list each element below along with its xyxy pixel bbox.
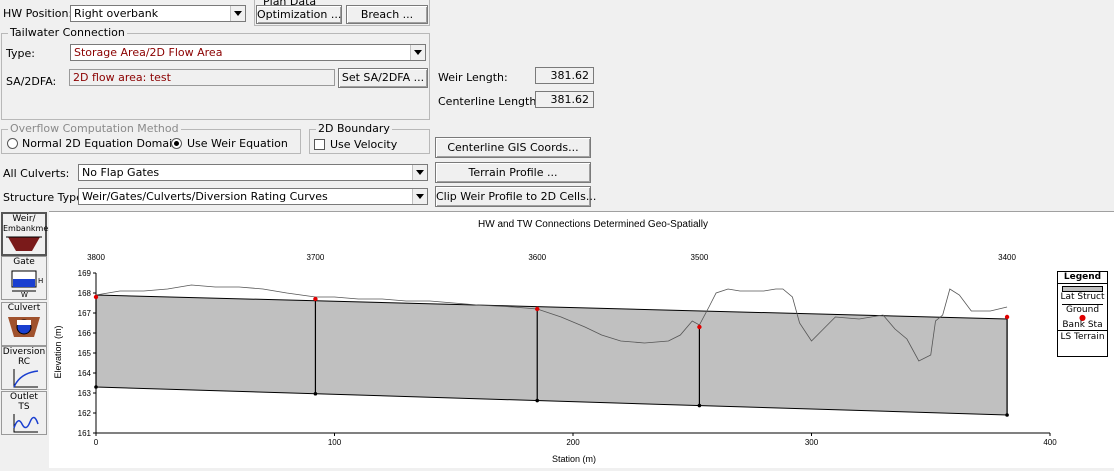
all-culverts-dropdown[interactable]: No Flap Gates <box>78 164 428 181</box>
bank-station-base-point <box>313 391 318 396</box>
legend-lat-struct: Lat Struct <box>1060 292 1105 302</box>
outlet-ts-tool[interactable]: Outlet TS <box>1 391 47 435</box>
weir-label-line1: Weir/ <box>12 214 36 224</box>
tailwater-type-label: Type: <box>6 47 35 60</box>
y-tick-label: 164 <box>78 369 92 378</box>
bank-station-point <box>313 296 318 302</box>
normal-2d-label[interactable]: Normal 2D Equation Domain <box>22 137 179 150</box>
river-station-label: 3700 <box>307 253 325 262</box>
tailwater-type-value: Storage Area/2D Flow Area <box>74 46 223 59</box>
optimization-button[interactable]: Optimization ... <box>256 5 342 24</box>
all-culverts-label: All Culverts: <box>3 167 70 180</box>
y-tick-label: 166 <box>78 329 92 338</box>
time-series-icon <box>13 414 39 433</box>
profile-plot-panel[interactable]: HW and TW Connections Determined Geo-Spa… <box>49 211 1114 468</box>
profile-chart[interactable]: HW and TW Connections Determined Geo-Spa… <box>49 212 1114 468</box>
y-tick-label: 165 <box>78 349 92 358</box>
gate-label: Gate <box>13 257 35 267</box>
x-axis-label: Station (m) <box>552 454 596 464</box>
bank-station-base-point <box>697 403 702 408</box>
outlet-label-line1: Outlet <box>10 392 38 402</box>
structure-type-value: Weir/Gates/Culverts/Diversion Rating Cur… <box>82 190 328 203</box>
x-tick-label: 200 <box>566 438 580 447</box>
y-axis-label: Elevation (m) <box>53 325 63 378</box>
y-tick-label: 169 <box>78 269 92 278</box>
gate-tool[interactable]: Gate H W <box>1 256 47 300</box>
rating-curve-icon <box>13 369 39 388</box>
y-tick-label: 168 <box>78 289 92 298</box>
river-station-label: 3600 <box>528 253 546 262</box>
bank-station-point <box>1004 314 1010 320</box>
y-tick-label: 163 <box>78 389 92 398</box>
hw-position-label: HW Position: <box>3 7 73 20</box>
tailwater-connection-title: Tailwater Connection <box>8 26 127 39</box>
bank-station-point <box>535 306 540 312</box>
hw-position-value: Right overbank <box>74 7 159 20</box>
y-tick-label: 161 <box>78 429 92 438</box>
centerline-length-value: 381.62 <box>535 91 594 108</box>
sa-2dfa-field[interactable]: 2D flow area: test <box>69 69 335 86</box>
embankment-icon <box>6 236 42 251</box>
weir-length-value: 381.62 <box>535 67 594 84</box>
centerline-length-label: Centerline Length: <box>438 95 541 108</box>
weir-equation-radio[interactable] <box>171 138 182 149</box>
bank-station-base-point <box>1005 413 1009 417</box>
weir-embankment-tool[interactable]: Weir/ Embankment <box>1 212 57 256</box>
x-tick-label: 300 <box>805 438 819 447</box>
river-station-label: 3800 <box>87 253 105 262</box>
x-tick-label: 100 <box>328 438 342 447</box>
culvert-label: Culvert <box>7 303 41 313</box>
legend-ls-terrain: LS Terrain <box>1060 332 1105 342</box>
gate-w-letter: W <box>21 291 28 297</box>
sa-2dfa-label: SA/2DFA: <box>6 75 57 88</box>
centerline-gis-coords-button[interactable]: Centerline GIS Coords... <box>435 137 591 158</box>
diversion-label-line1: Diversion <box>2 347 46 357</box>
legend-title: Legend <box>1058 272 1107 284</box>
gate-icon: H W <box>11 270 43 299</box>
structure-type-dropdown[interactable]: Weir/Gates/Culverts/Diversion Rating Cur… <box>78 188 428 205</box>
weir-label-line2: Embankment <box>3 224 57 233</box>
lat-struct-area <box>95 294 1008 416</box>
bank-station-base-point <box>94 385 98 389</box>
set-sa-2dfa-button[interactable]: Set SA/2DFA ... <box>338 68 428 88</box>
chevron-down-icon[interactable] <box>412 165 427 180</box>
terrain-profile-button[interactable]: Terrain Profile ... <box>435 162 591 183</box>
x-tick-label: 0 <box>94 438 99 447</box>
chevron-down-icon[interactable] <box>410 45 425 60</box>
tailwater-type-dropdown[interactable]: Storage Area/2D Flow Area <box>70 44 426 61</box>
structure-type-label: Structure Type: <box>3 191 87 204</box>
culvert-icon <box>8 317 40 337</box>
x-tick-label: 400 <box>1043 438 1057 447</box>
weir-equation-label[interactable]: Use Weir Equation <box>187 137 288 150</box>
chart-title: HW and TW Connections Determined Geo-Spa… <box>478 219 708 230</box>
use-velocity-label[interactable]: Use Velocity <box>330 138 397 151</box>
hw-position-dropdown[interactable]: Right overbank <box>70 5 246 22</box>
bank-station-point <box>93 294 99 300</box>
y-tick-label: 167 <box>78 309 92 318</box>
chevron-down-icon[interactable] <box>412 189 427 204</box>
bank-station-point <box>697 324 702 330</box>
chart-legend: Legend Lat Struct Ground ● Bank Sta LS T… <box>1057 271 1108 357</box>
bank-station-base-point <box>535 398 540 403</box>
all-culverts-value: No Flap Gates <box>82 166 160 179</box>
gate-h-letter: H <box>38 277 43 285</box>
normal-2d-radio[interactable] <box>7 138 18 149</box>
2d-boundary-title: 2D Boundary <box>316 122 392 135</box>
breach-button[interactable]: Breach ... <box>346 5 428 24</box>
overflow-method-title: Overflow Computation Method <box>8 122 181 135</box>
outlet-label-line2: TS <box>18 402 30 412</box>
diversion-rc-tool[interactable]: Diversion RC <box>1 346 47 390</box>
diversion-label-line2: RC <box>17 357 31 367</box>
clip-weir-profile-button[interactable]: Clip Weir Profile to 2D Cells... <box>435 186 596 207</box>
chevron-down-icon[interactable] <box>230 6 245 21</box>
weir-length-label: Weir Length: <box>438 71 508 84</box>
use-velocity-checkbox[interactable] <box>314 139 325 150</box>
legend-bank-sta: Bank Sta <box>1058 320 1107 331</box>
culvert-tool[interactable]: Culvert <box>1 302 47 346</box>
river-station-label: 3500 <box>691 253 709 262</box>
y-tick-label: 162 <box>78 409 92 418</box>
river-station-label: 3400 <box>998 253 1016 262</box>
